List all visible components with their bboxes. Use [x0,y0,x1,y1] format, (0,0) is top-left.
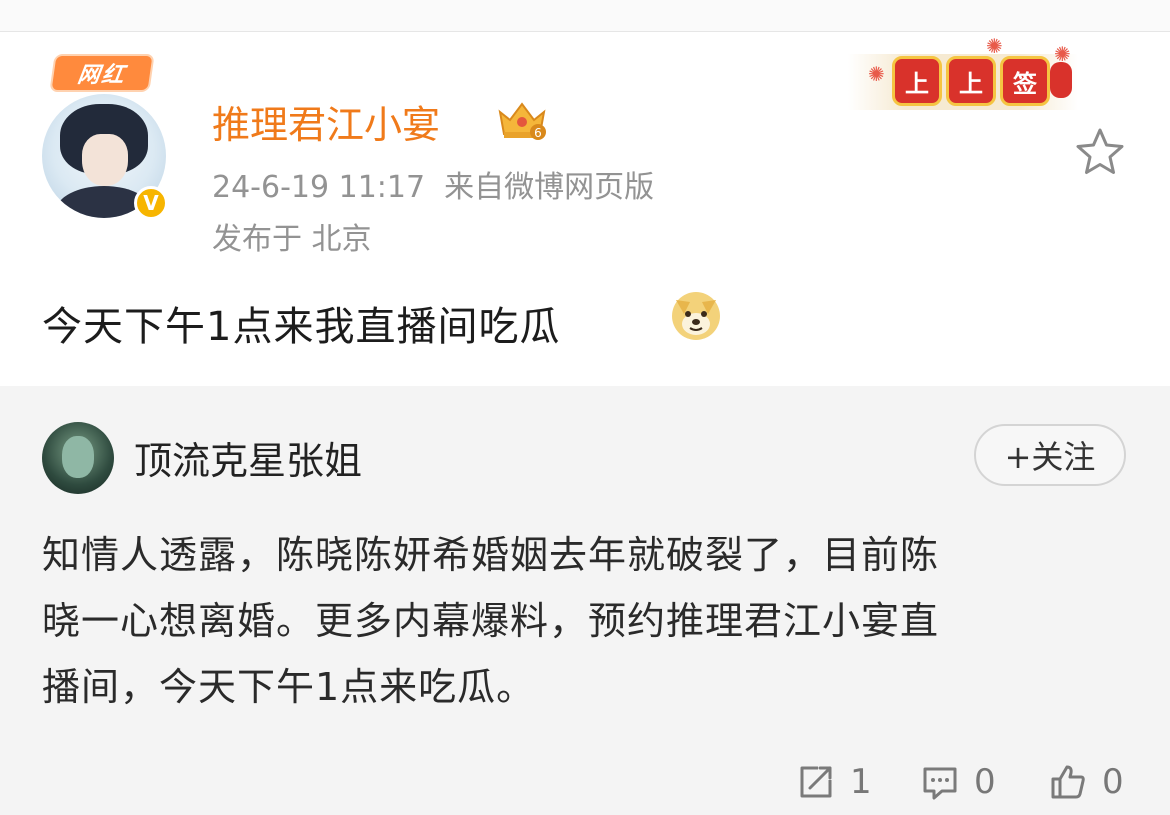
repost-count: 1 [850,762,872,802]
comment-button[interactable]: 0 [920,760,996,804]
lantern-icon [1050,62,1072,98]
repost-button[interactable]: 1 [796,760,872,804]
firework-icon: ✺ [868,62,885,86]
author-avatar[interactable]: 网红 V [40,52,170,220]
top-strip [0,0,1170,31]
post-text: 今天下午1点来我直播间吃瓜 [42,304,561,350]
comment-count: 0 [974,762,996,802]
repost-text: 知情人透露，陈晓陈妍希婚姻去年就破裂了，目前陈 晓一心想离婚。更多内幕爆料，预约… [42,522,1122,720]
post-source: 来自微博网页版 [444,170,655,205]
follow-button[interactable]: +关注 [974,424,1126,486]
crown-level-icon: 6 [498,102,546,140]
favorite-star-icon[interactable] [1074,126,1126,178]
repost-text-line: 晓一心想离婚。更多内幕爆料，预约推理君江小宴直 [42,599,940,643]
sign-tile: 上 [892,56,942,106]
level-number: 6 [534,126,542,140]
like-button[interactable]: 0 [1048,760,1124,804]
doge-emoji-icon [672,292,720,340]
post-timestamp: 24-6-19 11:17 [212,170,426,205]
repost-text-line: 播间，今天下午1点来吃瓜。 [42,665,536,709]
post-location: 发布于 北京 [212,222,372,257]
comment-icon [923,767,957,800]
sign-tile: 签 [1000,56,1050,106]
repost-author-name[interactable]: 顶流克星张姐 [134,430,362,485]
firework-icon: ✺ [986,34,1003,58]
verified-icon: V [134,186,168,220]
reposted-content[interactable]: 顶流克星张姐 +关注 知情人透露，陈晓陈妍希婚姻去年就破裂了，目前陈 晓一心想离… [0,386,1170,815]
shangshangqian-banner[interactable]: ✺ ✺ ✺ 上 上 签 [848,34,1080,124]
thumbs-up-icon [1051,765,1085,799]
wanghong-badge: 网红 [49,54,155,92]
repost-author-avatar[interactable] [42,422,114,494]
author-name[interactable]: 推理君江小宴 [212,94,440,149]
like-count: 0 [1102,762,1124,802]
post-meta: 24-6-19 11:17 来自微博网页版 [212,162,654,206]
repost-text-line: 知情人透露，陈晓陈妍希婚姻去年就破裂了，目前陈 [42,533,940,577]
sign-tile: 上 [946,56,996,106]
original-post: 网红 V 推理君江小宴 6 24-6-19 11:17 来自微博网页版 发布于 … [0,32,1170,386]
share-icon [800,766,832,798]
